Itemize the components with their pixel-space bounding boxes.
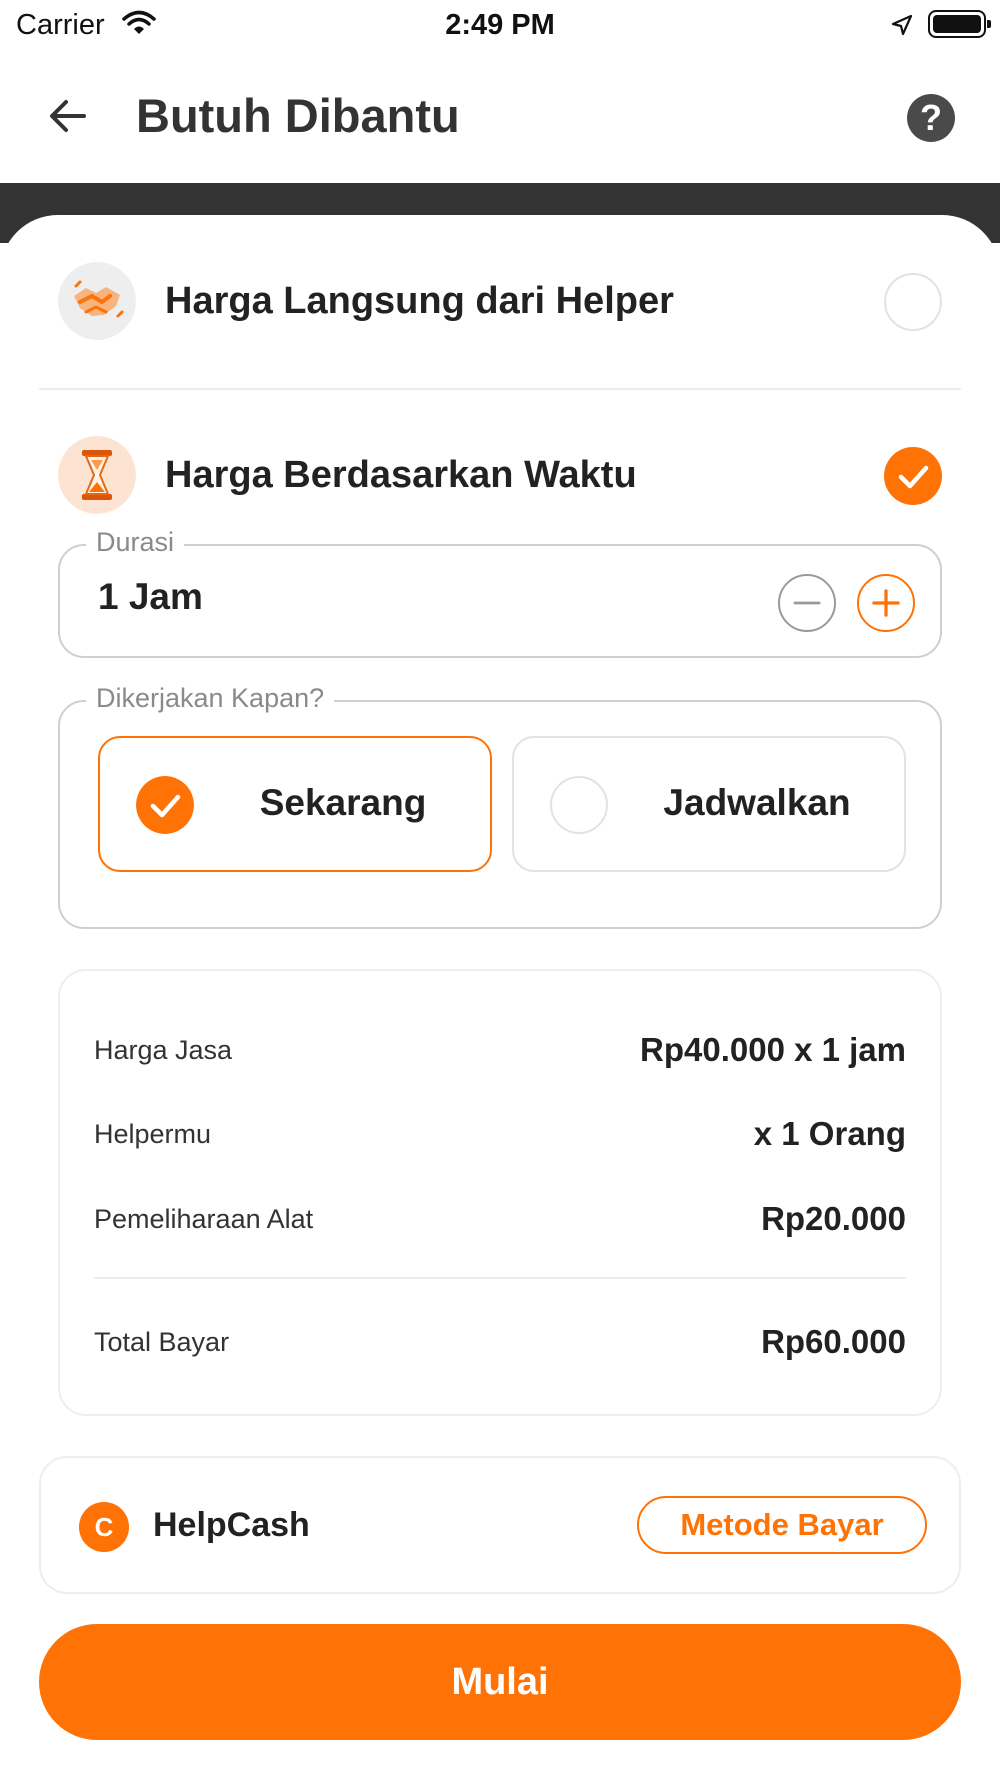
summary-row: Helpermu x 1 Orang <box>94 1111 906 1155</box>
summary-label: Pemeliharaan Alat <box>94 1204 314 1234</box>
schedule-option-now[interactable]: Sekarang <box>98 736 492 872</box>
summary-total-row: Total Bayar Rp60.000 <box>94 1319 906 1363</box>
summary-value: Rp40.000 x 1 jam <box>640 1031 906 1068</box>
summary-label: Helpermu <box>94 1119 212 1149</box>
helpcash-glyph: C <box>95 1512 114 1542</box>
summary-value: Rp20.000 <box>761 1200 906 1237</box>
arrow-left-icon[interactable] <box>44 92 92 140</box>
minus-circle-icon[interactable] <box>778 574 836 632</box>
schedule-option-label: Sekarang <box>259 782 427 823</box>
location-arrow-icon <box>891 14 913 36</box>
divider <box>94 1277 906 1279</box>
payment-method-label: HelpCash <box>153 1506 310 1544</box>
check-circle-icon[interactable] <box>884 447 942 505</box>
plus-circle-icon[interactable] <box>857 574 915 632</box>
pricing-option-time[interactable]: Harga Berdasarkan Waktu <box>58 436 944 516</box>
price-summary-card: Harga Jasa Rp40.000 x 1 jam Helpermu x 1… <box>58 969 942 1416</box>
check-circle-icon <box>136 776 194 834</box>
hourglass-icon <box>58 436 136 514</box>
summary-row: Pemeliharaan Alat Rp20.000 <box>94 1196 906 1240</box>
total-label: Total Bayar <box>94 1327 230 1357</box>
schedule-option-label: Jadwalkan <box>663 782 851 823</box>
status-bar: Carrier 2:49 PM <box>0 0 1000 50</box>
clock: 2:49 PM <box>445 9 555 41</box>
app-header: Butuh Dibantu ? <box>0 50 1000 183</box>
duration-legend: Durasi <box>86 527 185 558</box>
start-button[interactable]: Mulai <box>39 1624 961 1740</box>
summary-label: Harga Jasa <box>94 1035 233 1065</box>
schedule-legend: Dikerjakan Kapan? <box>86 683 335 714</box>
summary-value: x 1 Orang <box>753 1115 906 1152</box>
duration-value: 1 Jam <box>98 576 203 617</box>
summary-row: Harga Jasa Rp40.000 x 1 jam <box>94 1027 906 1071</box>
schedule-option-later[interactable]: Jadwalkan <box>512 736 906 872</box>
payment-method-card: C HelpCash Metode Bayar <box>39 1456 961 1594</box>
page-title: Butuh Dibantu <box>136 89 460 142</box>
total-value: Rp60.000 <box>761 1323 906 1360</box>
question-mark-icon[interactable]: ? <box>907 94 955 142</box>
divider <box>39 388 961 390</box>
radio-unselected-icon[interactable] <box>884 273 942 331</box>
handshake-icon <box>58 262 136 340</box>
payment-method-button[interactable]: Metode Bayar <box>637 1496 927 1554</box>
radio-unselected-icon <box>550 776 608 834</box>
pricing-option-label: Harga Langsung dari Helper <box>165 280 674 322</box>
pricing-option-label: Harga Berdasarkan Waktu <box>165 454 637 496</box>
duration-field: Durasi 1 Jam <box>58 527 942 658</box>
schedule-field: Dikerjakan Kapan? Sekarang Jadwalkan <box>58 683 942 929</box>
pricing-option-direct[interactable]: Harga Langsung dari Helper <box>58 262 944 342</box>
helpcash-coin-icon: C <box>79 1502 129 1552</box>
battery-icon <box>928 10 991 38</box>
